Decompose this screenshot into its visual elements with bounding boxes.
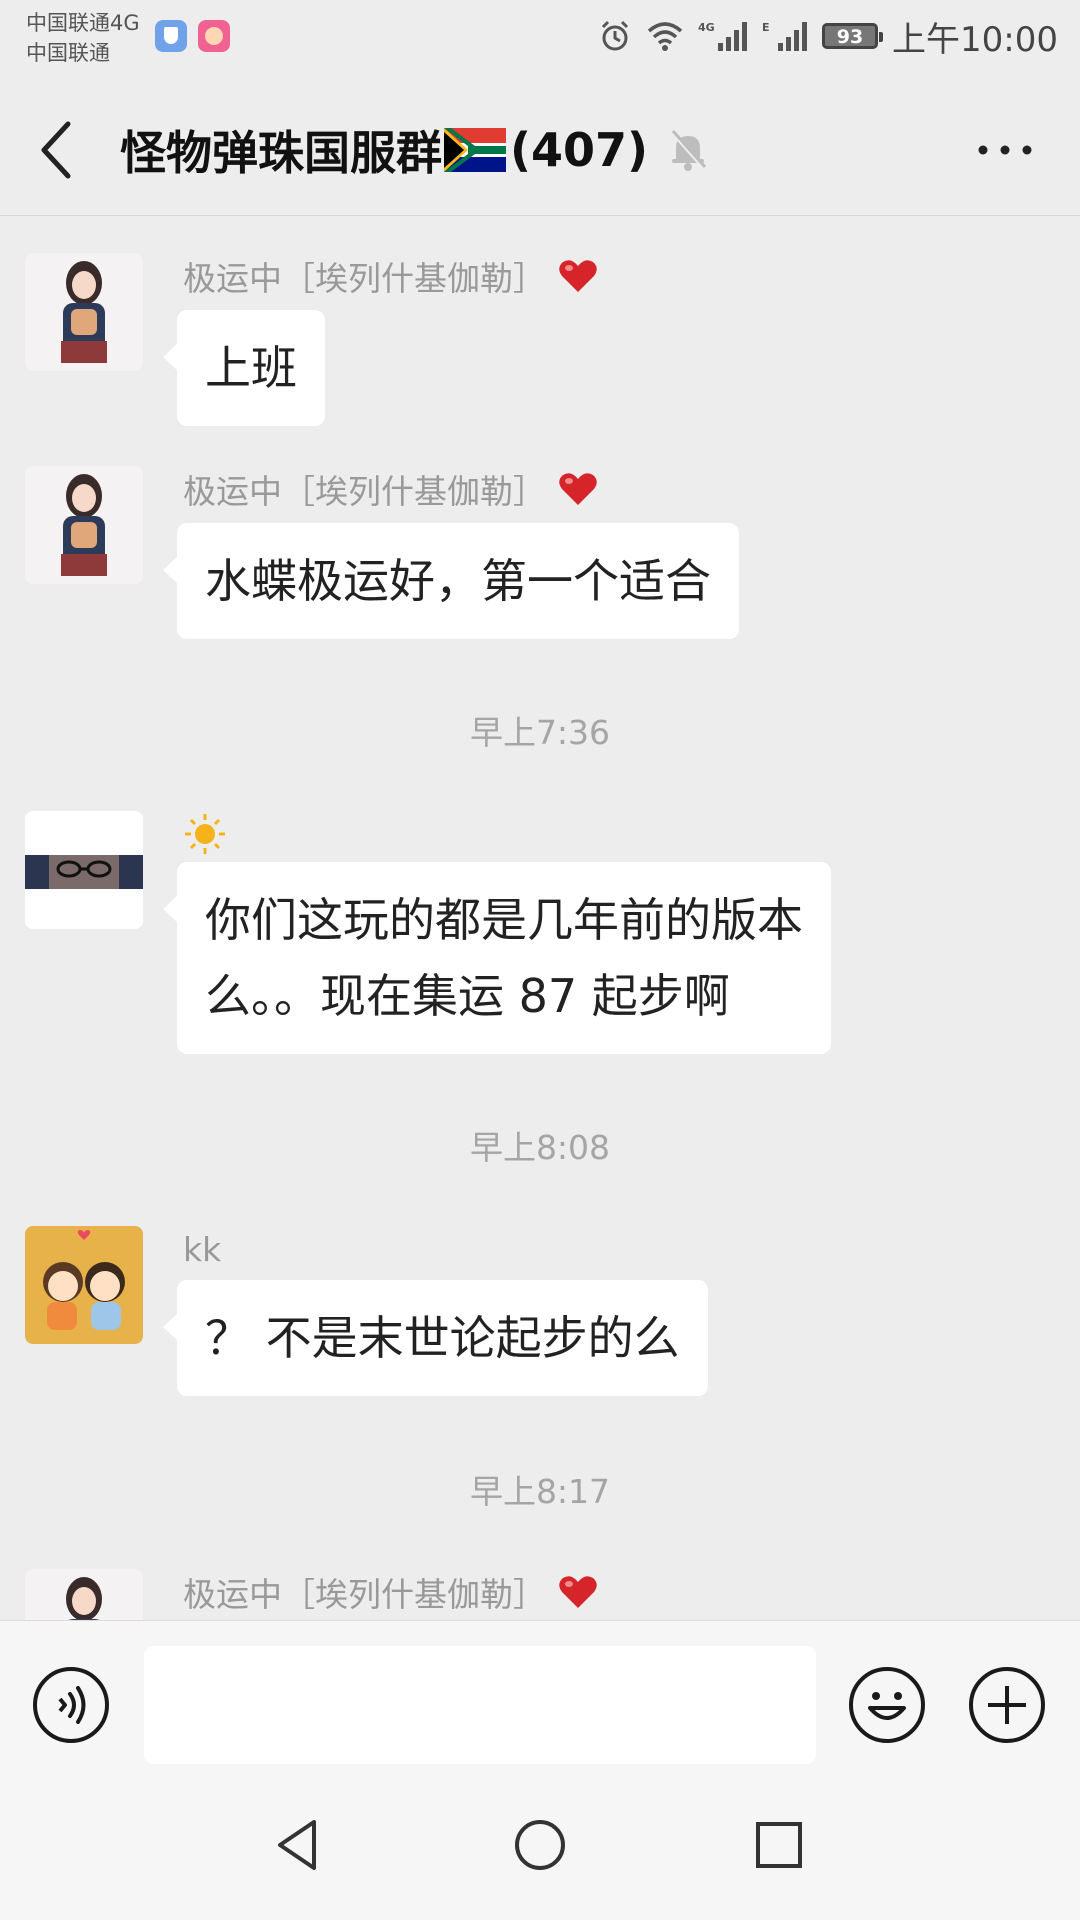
- member-count: (407): [510, 123, 649, 177]
- message-text-line-1: 你们这玩的都是几年前的版本: [205, 893, 803, 947]
- carrier-line-1: 中国联通4G: [26, 11, 140, 35]
- chat-header: 怪物弹珠国服群 (407): [0, 80, 1080, 216]
- girl-avatar[interactable]: [25, 466, 143, 584]
- message-text: 水蝶极运好，第一个适合: [205, 554, 711, 608]
- girl-avatar[interactable]: [25, 253, 143, 371]
- message-timestamp: 早上7:36: [469, 713, 611, 752]
- group-name: 怪物弹珠国服群: [120, 126, 442, 180]
- chat-input-bar: [0, 1620, 1080, 1771]
- sun-icon: [185, 814, 225, 854]
- message-bubble[interactable]: 水蝶极运好，第一个适合: [163, 523, 739, 639]
- shield-app-icon: [155, 20, 187, 52]
- sender-name: 极运中［埃列什基伽勒］: [183, 466, 598, 512]
- sender-name: 极运中［埃列什基伽勒］: [183, 1569, 598, 1615]
- chat-message: 极运中［埃列什基伽勒］: [0, 1569, 1080, 1620]
- carrier-info: 中国联通4G 中国联通: [26, 8, 140, 68]
- girl-avatar[interactable]: [25, 1569, 143, 1620]
- heart-icon: [559, 1576, 597, 1608]
- battery-level: 93: [836, 26, 864, 48]
- battery-icon: 93: [822, 23, 884, 49]
- svg-text:4G: 4G: [698, 21, 715, 34]
- status-bar: 中国联通4G 中国联通 4G E 93 上午10:00: [0, 0, 1080, 80]
- message-bubble[interactable]: 你们这玩的都是几年前的版本 么。。现在集运 87 起步啊: [163, 862, 831, 1054]
- wifi-icon: [647, 22, 683, 51]
- signal-e-icon: E: [762, 21, 808, 51]
- nav-back-icon[interactable]: [266, 1812, 332, 1878]
- plus-icon[interactable]: [968, 1666, 1046, 1744]
- more-dots-icon[interactable]: [970, 130, 1040, 170]
- clock: 上午10:00: [892, 19, 1058, 60]
- message-timestamp: 早上8:08: [469, 1128, 611, 1167]
- back-arrow-icon[interactable]: [30, 110, 86, 190]
- message-text: ？ 不是末世论起步的么: [205, 1311, 680, 1365]
- voice-icon[interactable]: [32, 1666, 110, 1744]
- message-bubble[interactable]: ？ 不是末世论起步的么: [163, 1280, 708, 1396]
- message-timestamp: 早上8:17: [469, 1472, 611, 1511]
- signal-4g-icon: 4G: [698, 21, 748, 51]
- heart-icon: [559, 260, 597, 292]
- system-nav-bar: [0, 1770, 1080, 1920]
- sender-name: [183, 811, 227, 857]
- south-africa-flag-icon: [444, 128, 506, 172]
- nav-home-icon[interactable]: [507, 1812, 573, 1878]
- bell-off-icon: [670, 130, 707, 171]
- couple-avatar[interactable]: [25, 1226, 143, 1344]
- message-bubble[interactable]: 上班: [163, 310, 325, 426]
- status-indicators: 4G E 93 上午10:00: [584, 14, 1058, 60]
- sender-name: 极运中［埃列什基伽勒］: [183, 253, 598, 299]
- carrier-line-2: 中国联通: [26, 41, 110, 65]
- emoji-icon[interactable]: [848, 1666, 926, 1744]
- sender-name: kk: [183, 1229, 222, 1269]
- glasses-avatar[interactable]: [25, 811, 143, 929]
- nav-recent-icon[interactable]: [746, 1812, 812, 1878]
- message-text: 上班: [205, 341, 297, 395]
- face-app-icon: [198, 20, 230, 52]
- chat-title: 怪物弹珠国服群 (407): [120, 110, 708, 190]
- message-input[interactable]: [144, 1646, 816, 1764]
- message-text-line-2: 么。。现在集运 87 起步啊: [205, 969, 730, 1023]
- heart-icon: [559, 473, 597, 505]
- svg-text:E: E: [762, 21, 770, 34]
- alarm-icon: [601, 20, 629, 51]
